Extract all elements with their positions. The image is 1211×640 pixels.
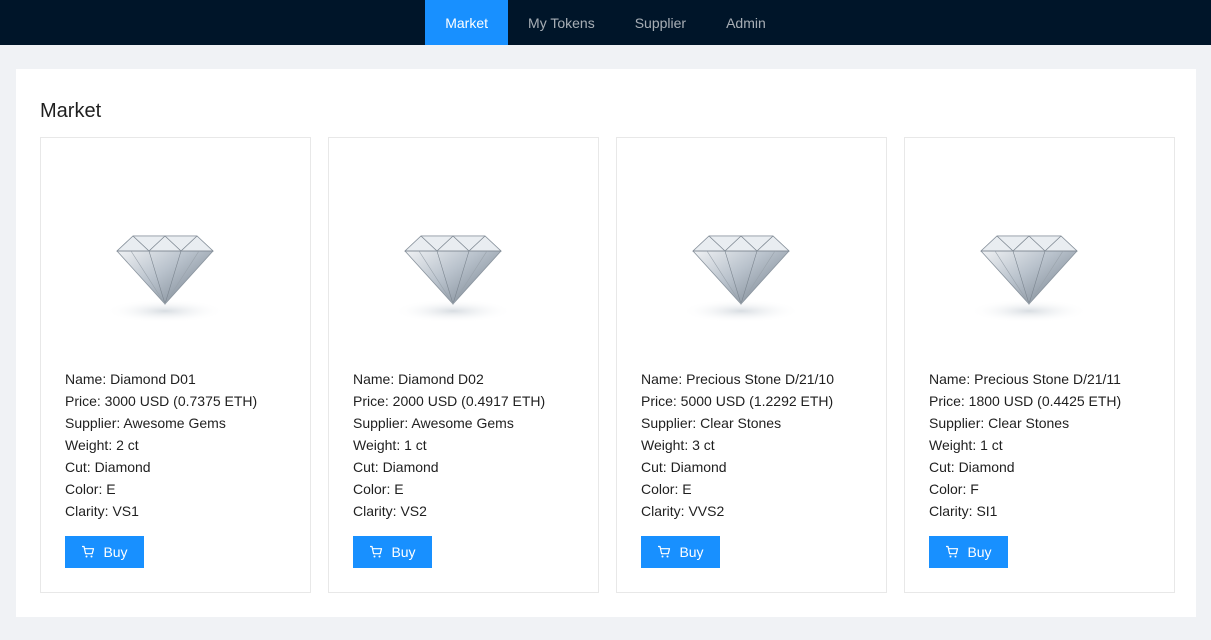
top-navigation: Market My Tokens Supplier Admin (0, 0, 1211, 45)
product-weight: Weight: 1 ct (929, 437, 1003, 453)
nav-item-supplier[interactable]: Supplier (615, 0, 706, 45)
diamond-image (105, 235, 225, 323)
product-details: Name: Precious Stone D/21/11 Price: 1800… (929, 368, 1121, 522)
product-clarity: Clarity: SI1 (929, 503, 998, 519)
product-supplier: Supplier: Clear Stones (929, 415, 1070, 431)
product-name: Name: Diamond D01 (65, 371, 196, 387)
product-color: Color: E (65, 481, 116, 497)
cart-icon (82, 545, 95, 558)
product-name: Name: Precious Stone D/21/11 (929, 371, 1121, 387)
diamond-image (393, 235, 513, 323)
product-color: Color: E (353, 481, 404, 497)
product-name: Name: Diamond D02 (353, 371, 484, 387)
product-supplier: Supplier: Clear Stones (641, 415, 782, 431)
product-details: Name: Diamond D02 Price: 2000 USD (0.491… (353, 368, 545, 522)
product-price: Price: 1800 USD (0.4425 ETH) (929, 393, 1122, 409)
product-price: Price: 2000 USD (0.4917 ETH) (353, 393, 546, 409)
product-cut: Cut: Diamond (65, 459, 151, 475)
page-title: Market (40, 100, 102, 122)
product-price: Price: 3000 USD (0.7375 ETH) (65, 393, 258, 409)
cart-icon (658, 545, 671, 558)
buy-button-label: Buy (679, 544, 704, 560)
buy-button-label: Buy (967, 544, 992, 560)
product-clarity: Clarity: VS1 (65, 503, 139, 519)
buy-button[interactable]: Buy (353, 536, 432, 568)
product-color: Color: E (641, 481, 692, 497)
product-cut: Cut: Diamond (929, 459, 1015, 475)
product-cut: Cut: Diamond (641, 459, 727, 475)
buy-button[interactable]: Buy (65, 536, 144, 568)
product-details: Name: Precious Stone D/21/10 Price: 5000… (641, 368, 834, 522)
product-supplier: Supplier: Awesome Gems (353, 415, 514, 431)
product-details: Name: Diamond D01 Price: 3000 USD (0.737… (65, 368, 257, 522)
product-weight: Weight: 3 ct (641, 437, 715, 453)
nav-item-my-tokens[interactable]: My Tokens (508, 0, 615, 45)
product-weight: Weight: 1 ct (353, 437, 427, 453)
cart-icon (946, 545, 959, 558)
buy-button[interactable]: Buy (929, 536, 1008, 568)
product-grid: Name: Diamond D01 Price: 3000 USD (0.737… (40, 137, 1175, 593)
product-cut: Cut: Diamond (353, 459, 439, 475)
product-weight: Weight: 2 ct (65, 437, 139, 453)
product-supplier: Supplier: Awesome Gems (65, 415, 226, 431)
product-name: Name: Precious Stone D/21/10 (641, 371, 834, 387)
diamond-image (681, 235, 801, 323)
main-content: Market Name: Diamond D01 Price: 3000 USD… (16, 69, 1196, 617)
diamond-image (969, 235, 1089, 323)
product-card: Name: Diamond D02 Price: 2000 USD (0.491… (328, 137, 599, 593)
buy-button-label: Buy (391, 544, 416, 560)
product-color: Color: F (929, 481, 979, 497)
product-clarity: Clarity: VS2 (353, 503, 427, 519)
product-price: Price: 5000 USD (1.2292 ETH) (641, 393, 834, 409)
buy-button-label: Buy (103, 544, 128, 560)
product-card: Name: Precious Stone D/21/11 Price: 1800… (904, 137, 1175, 593)
product-clarity: Clarity: VVS2 (641, 503, 725, 519)
nav-item-market[interactable]: Market (425, 0, 509, 45)
product-card: Name: Precious Stone D/21/10 Price: 5000… (616, 137, 887, 593)
product-card: Name: Diamond D01 Price: 3000 USD (0.737… (40, 137, 311, 593)
buy-button[interactable]: Buy (641, 536, 720, 568)
nav-item-admin[interactable]: Admin (706, 0, 786, 45)
cart-icon (370, 545, 383, 558)
